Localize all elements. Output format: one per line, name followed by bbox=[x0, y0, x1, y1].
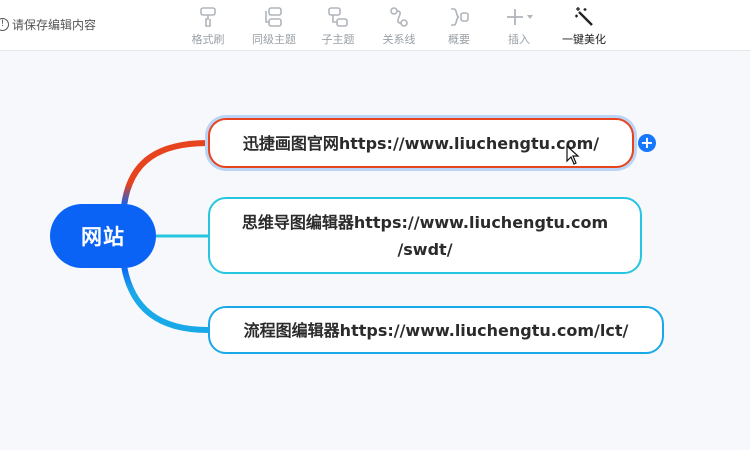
topic-text: 迅捷画图官网https://www.liuchengtu.com/ bbox=[242, 133, 600, 153]
topic-text-line2: /swdt/ bbox=[397, 239, 453, 259]
topic-text: 思维导图编辑器https://www.liuchengtu.com /swdt/ bbox=[242, 209, 608, 263]
branch-connector-3 bbox=[121, 263, 211, 333]
root-topic[interactable]: 网站 bbox=[50, 204, 156, 268]
add-subtopic-button[interactable]: + bbox=[638, 134, 656, 152]
topic-node[interactable]: 思维导图编辑器https://www.liuchengtu.com /swdt/ bbox=[208, 197, 642, 274]
branch-connector-1 bbox=[121, 140, 211, 209]
topic-node[interactable]: 流程图编辑器https://www.liuchengtu.com/lct/ bbox=[208, 306, 664, 354]
mouse-cursor-icon bbox=[566, 145, 580, 165]
topic-text-line1: 思维导图编辑器https://www.liuchengtu.com bbox=[241, 212, 609, 232]
topic-text: 流程图编辑器https://www.liuchengtu.com/lct/ bbox=[243, 320, 629, 340]
